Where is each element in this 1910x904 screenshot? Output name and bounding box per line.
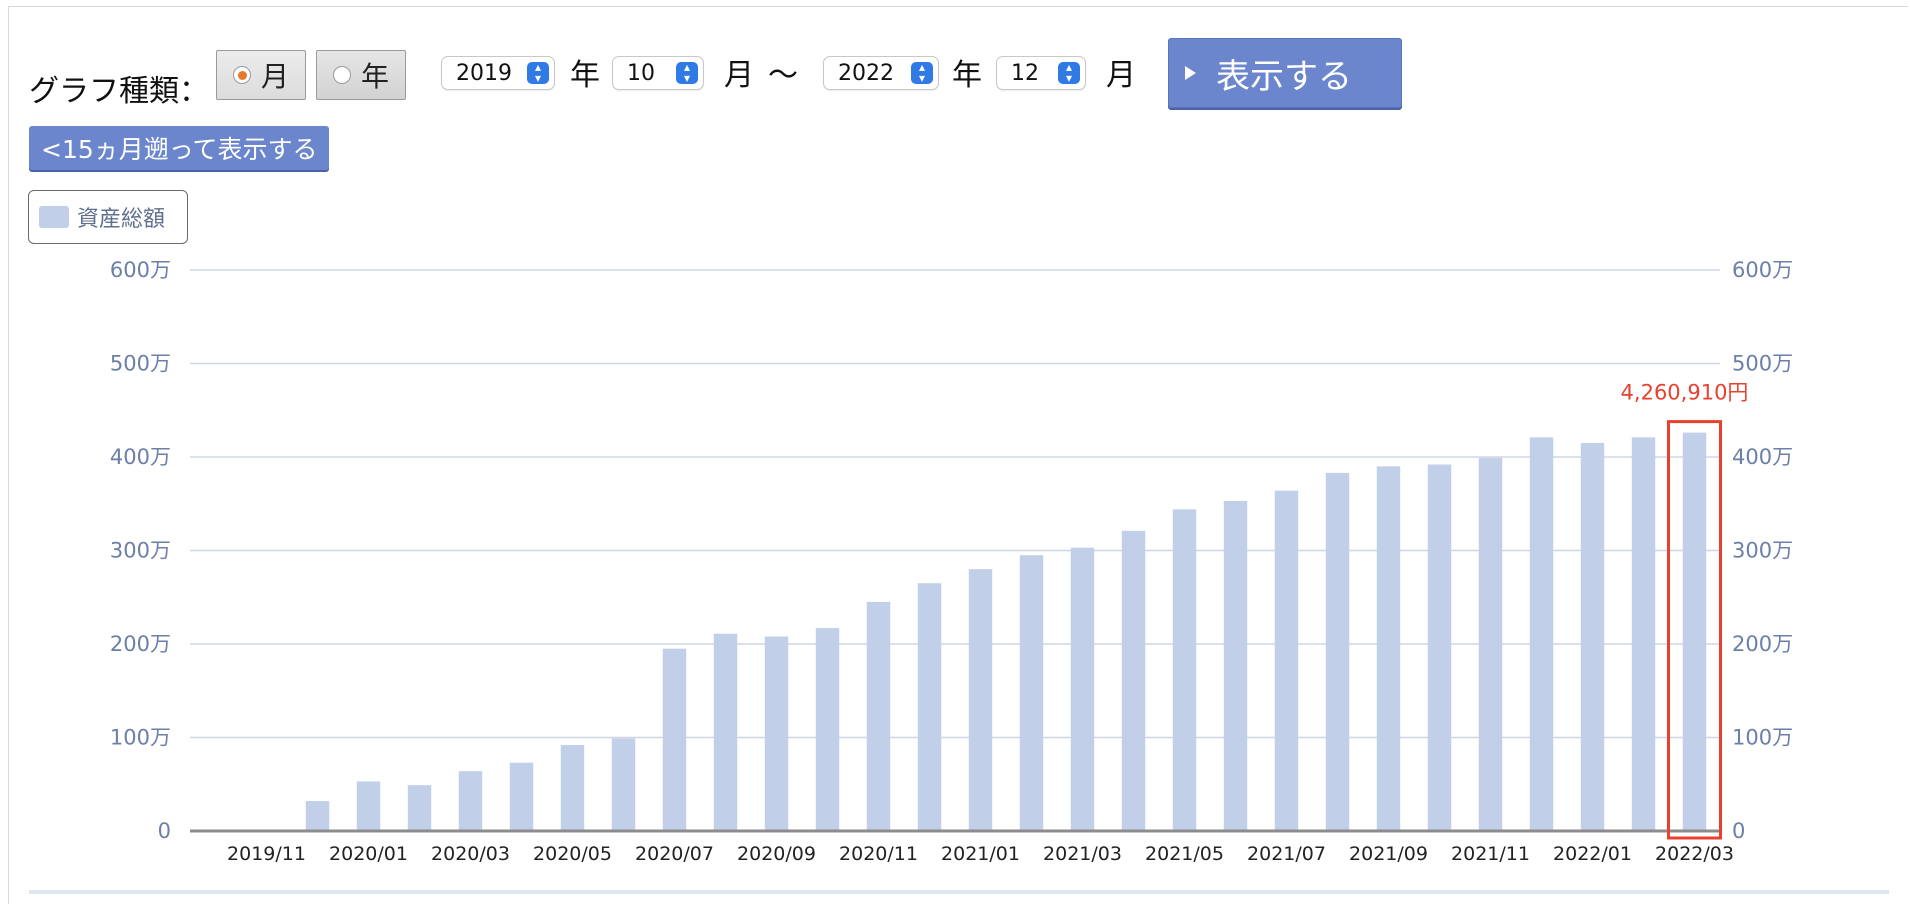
bar [815, 628, 840, 831]
bar [407, 785, 432, 831]
bar [1580, 442, 1605, 831]
x-tick-label: 2020/01 [329, 843, 408, 865]
x-tick-label: 2021/07 [1247, 843, 1326, 865]
y-tick-label-left: 0 [158, 819, 171, 843]
y-tick-label-left: 300万 [110, 539, 171, 563]
y-tick-label-left: 100万 [110, 726, 171, 750]
x-tick-label: 2021/11 [1451, 843, 1530, 865]
bar [458, 771, 483, 831]
bar [1172, 509, 1197, 831]
y-tick-label-left: 600万 [110, 258, 171, 282]
x-tick-label: 2020/07 [635, 843, 714, 865]
bar [764, 636, 789, 831]
x-tick-label: 2020/11 [839, 843, 918, 865]
bar [713, 633, 738, 831]
bar [866, 601, 891, 831]
x-tick-label: 2022/01 [1553, 843, 1632, 865]
bar [1121, 530, 1146, 831]
x-tick-label: 2021/05 [1145, 843, 1224, 865]
y-tick-label-right: 600万 [1732, 258, 1793, 282]
y-tick-label-left: 200万 [110, 632, 171, 656]
y-tick-label-right: 500万 [1732, 352, 1793, 376]
x-tick-label: 2021/03 [1043, 843, 1122, 865]
bar [1682, 432, 1707, 831]
bar [356, 781, 381, 831]
highlight-value-label: 4,260,910円 [1621, 381, 1749, 405]
x-tick-label: 2021/09 [1349, 843, 1428, 865]
bar [1376, 466, 1401, 831]
bar [662, 648, 687, 831]
y-tick-label-right: 300万 [1732, 539, 1793, 563]
bottom-divider [29, 890, 1889, 894]
x-tick-label: 2022/03 [1655, 843, 1734, 865]
bar [1223, 500, 1248, 831]
bar [1478, 457, 1503, 831]
bar [611, 738, 636, 831]
bar [1019, 555, 1044, 831]
y-tick-label-left: 500万 [110, 352, 171, 376]
bar [1325, 472, 1350, 831]
bar [305, 801, 330, 831]
bar [917, 583, 942, 831]
bar [509, 762, 534, 831]
x-tick-label: 2020/05 [533, 843, 612, 865]
y-tick-label-right: 400万 [1732, 445, 1793, 469]
bar [1529, 437, 1554, 831]
y-tick-label-left: 400万 [110, 445, 171, 469]
bar [968, 569, 993, 831]
asset-bar-chart: 0 0 100万 100万 200万 200万 300万 300万 400万 400万 500万 50… [110, 258, 1793, 865]
x-tick-label: 2020/03 [431, 843, 510, 865]
y-tick-label-right: 200万 [1732, 632, 1793, 656]
bar [1631, 437, 1656, 831]
bar [560, 744, 585, 831]
bar [1427, 464, 1452, 831]
y-tick-label-right: 0 [1732, 819, 1745, 843]
bar [1070, 547, 1095, 831]
x-tick-label: 2021/01 [941, 843, 1020, 865]
x-tick-label: 2020/09 [737, 843, 816, 865]
bar [1274, 490, 1299, 831]
y-tick-label-right: 100万 [1732, 726, 1793, 750]
x-tick-label: 2019/11 [227, 843, 306, 865]
